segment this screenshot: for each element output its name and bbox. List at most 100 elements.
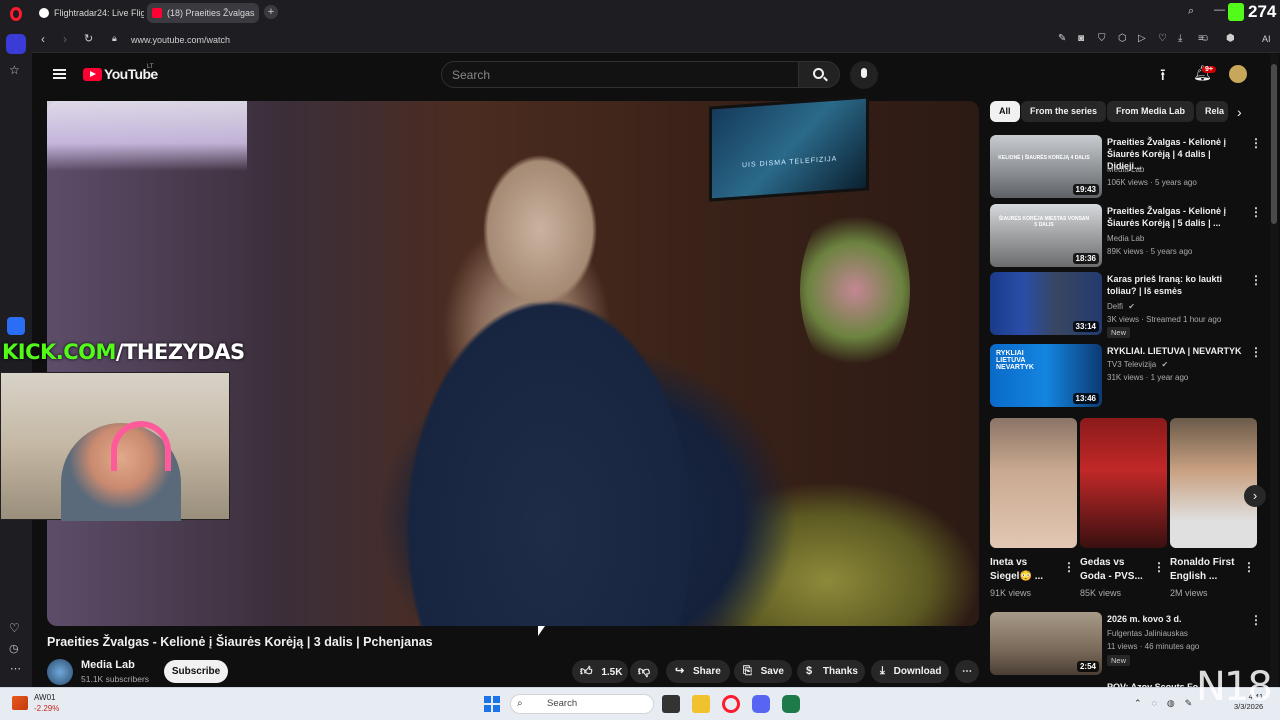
rec-thumbnail[interactable]: 33:14 (990, 272, 1102, 335)
minimize-icon[interactable]: — (1214, 4, 1225, 16)
stock-name[interactable]: AW01 (34, 693, 56, 702)
reload-icon[interactable]: ↻ (84, 32, 93, 45)
rec-title[interactable]: Karas prieš Iraną: ko laukti toliau? | I… (1107, 273, 1247, 297)
rec-menu-icon[interactable]: ⋮ (1250, 205, 1262, 219)
task-view-icon[interactable] (662, 695, 680, 713)
short-title-line: Goda - PVS... (1080, 571, 1143, 582)
ai-button[interactable]: AI (1262, 34, 1271, 44)
voice-search-button[interactable] (850, 61, 878, 89)
like-button[interactable]: 👍︎ 1.5K (572, 660, 628, 683)
rec-stats: 11 views · 46 minutes ago (1107, 642, 1200, 651)
rec-thumbnail[interactable]: 2:54 (990, 612, 1102, 675)
share-button[interactable]: ↪ Share (666, 660, 730, 683)
shield-icon[interactable]: ⛉ (1098, 33, 1106, 44)
short-menu-icon[interactable]: ⋮ (1243, 560, 1255, 574)
dislike-button[interactable]: 👎︎ (630, 660, 658, 683)
discord-icon[interactable] (752, 695, 770, 713)
channel-avatar[interactable] (47, 659, 73, 685)
stock-widget-icon[interactable] (12, 696, 28, 710)
chevron-right-icon[interactable]: › (1237, 104, 1242, 120)
upload-icon[interactable]: ⭱ (1160, 64, 1166, 91)
search-tabs-icon[interactable]: ⌕ (1188, 5, 1194, 18)
scrollbar-thumb[interactable] (1271, 64, 1277, 224)
history-icon[interactable]: ◷ (9, 642, 19, 655)
forward-icon[interactable]: › (63, 32, 67, 46)
browser-toolbar-icons: ✎ ◙ ⛉ ⬡ ▷ ♡ ⤓ ≡ (1058, 33, 1218, 47)
network-icon[interactable]: ◌ (1152, 698, 1167, 708)
short-title[interactable]: Gedas vs Goda - PVS... (1080, 556, 1143, 584)
rec-thumbnail[interactable]: KELIONĖ Į ŠIAURĖS KORĖJĄ 4 DALIS 19:43 (990, 135, 1102, 198)
play-icon[interactable]: ▷ (1138, 33, 1146, 44)
channel-name[interactable]: Media Lab (81, 659, 135, 671)
rec-thumbnail[interactable]: ŠIAURĖS KORĖJA MIESTAS VONSAN 5 DALIS 18… (990, 204, 1102, 267)
rec-channel-name[interactable]: TV3 Televizija (1107, 360, 1156, 369)
rec-channel[interactable]: Fulgentas Jaliniauskas (1107, 629, 1188, 638)
windows-start-icon[interactable] (484, 696, 500, 712)
short-menu-icon[interactable]: ⋮ (1153, 560, 1165, 574)
short-thumbnail[interactable] (1170, 418, 1257, 548)
chip-from-series[interactable]: From the series (1021, 101, 1107, 122)
home-icon[interactable] (6, 34, 26, 54)
short-title[interactable]: Ronaldo First English ... (1170, 556, 1234, 584)
rec-menu-icon[interactable]: ⋮ (1250, 136, 1262, 150)
rec-channel[interactable]: TV3 Televizija ✔ (1107, 360, 1168, 369)
heart-icon[interactable]: ♡ (9, 621, 20, 635)
tab-youtube-active[interactable]: (18) Praeities Žvalgas (147, 3, 259, 23)
rec-channel[interactable]: Media Lab (1107, 234, 1144, 243)
rec-channel-name[interactable]: Delfi (1107, 302, 1123, 311)
short-thumbnail[interactable] (1080, 418, 1167, 548)
star-icon[interactable]: ☆ (9, 63, 20, 77)
account-avatar[interactable] (1229, 65, 1247, 83)
rec-channel[interactable]: Delfi ✔ (1107, 302, 1135, 311)
thanks-button[interactable]: $ Thanks (797, 660, 865, 683)
tray-chevron-icon[interactable]: ⌃ (1134, 698, 1152, 708)
rec-menu-icon[interactable]: ⋮ (1250, 345, 1262, 359)
search-input[interactable]: Search (441, 61, 799, 88)
hamburger-menu-icon[interactable] (53, 69, 66, 79)
shorts-next-icon[interactable]: › (1244, 485, 1266, 507)
taskbar-search[interactable]: Search (510, 694, 654, 714)
rec-title[interactable]: RYKLIAI. LIETUVA | NEVARTYK (1107, 345, 1247, 357)
opera-taskbar-icon[interactable] (722, 695, 740, 713)
short-thumbnail[interactable] (990, 418, 1077, 548)
rec-thumbnail[interactable]: RYKLIAI LIETUVA NEVARTYK 13:46 (990, 344, 1102, 407)
rec-channel[interactable]: Media Lab (1107, 165, 1144, 174)
subscribe-button[interactable]: Subscribe (164, 660, 228, 683)
rec-menu-icon[interactable]: ⋮ (1250, 613, 1262, 627)
green-app-icon[interactable] (782, 695, 800, 713)
heart-outline-icon[interactable]: ♡ (1158, 33, 1167, 44)
opera-logo-icon[interactable] (10, 7, 22, 21)
cube-icon[interactable]: ⬡ (1118, 33, 1127, 44)
verified-icon: ✔ (1128, 302, 1135, 311)
camera-icon[interactable]: ◙ (1078, 33, 1084, 44)
back-icon[interactable]: ‹ (41, 32, 45, 46)
file-explorer-icon[interactable] (692, 695, 710, 713)
extensions-icon[interactable]: ⬢ (1226, 33, 1235, 44)
youtube-logo-icon[interactable] (83, 68, 102, 81)
messenger-icon[interactable] (7, 317, 25, 335)
chip-from-channel[interactable]: From Media Lab (1107, 101, 1195, 122)
rec-duration: 2:54 (1076, 661, 1099, 672)
thanks-icon: $ (806, 665, 813, 677)
more-actions-button[interactable]: ⋯ (955, 660, 979, 683)
chip-all[interactable]: All (990, 101, 1020, 122)
page-scrollbar[interactable] (1270, 54, 1278, 687)
short-menu-icon[interactable]: ⋮ (1063, 560, 1075, 574)
rec-title[interactable]: Praeities Žvalgas - Kelionė į Šiaurės Ko… (1107, 205, 1247, 229)
rec-title[interactable]: 2026 m. kovo 3 d. (1107, 613, 1247, 625)
short-title[interactable]: Ineta vs Siegel😳 ... (990, 556, 1043, 584)
search-button[interactable] (798, 61, 840, 88)
url-field[interactable]: www.youtube.com/watch (131, 35, 230, 45)
save-button[interactable]: ⎘ Save (734, 660, 792, 683)
new-tab-plus-icon[interactable]: + (264, 5, 278, 19)
more-icon[interactable]: ⋯ (10, 662, 21, 675)
speaker-icon[interactable]: ◍ (1167, 698, 1185, 708)
tab-flightradar[interactable]: Flightradar24: Live Flight T (34, 3, 144, 23)
download-button[interactable]: ⤓ Download (871, 660, 949, 683)
edit-icon[interactable]: ✎ (1058, 33, 1066, 44)
rec-menu-icon[interactable]: ⋮ (1250, 273, 1262, 287)
rec-duration: 13:46 (1072, 393, 1099, 404)
chip-related[interactable]: Rela (1196, 101, 1228, 122)
download-icon[interactable]: ⤓ (1178, 33, 1182, 44)
profile-icon[interactable]: ☺ (1200, 33, 1210, 44)
